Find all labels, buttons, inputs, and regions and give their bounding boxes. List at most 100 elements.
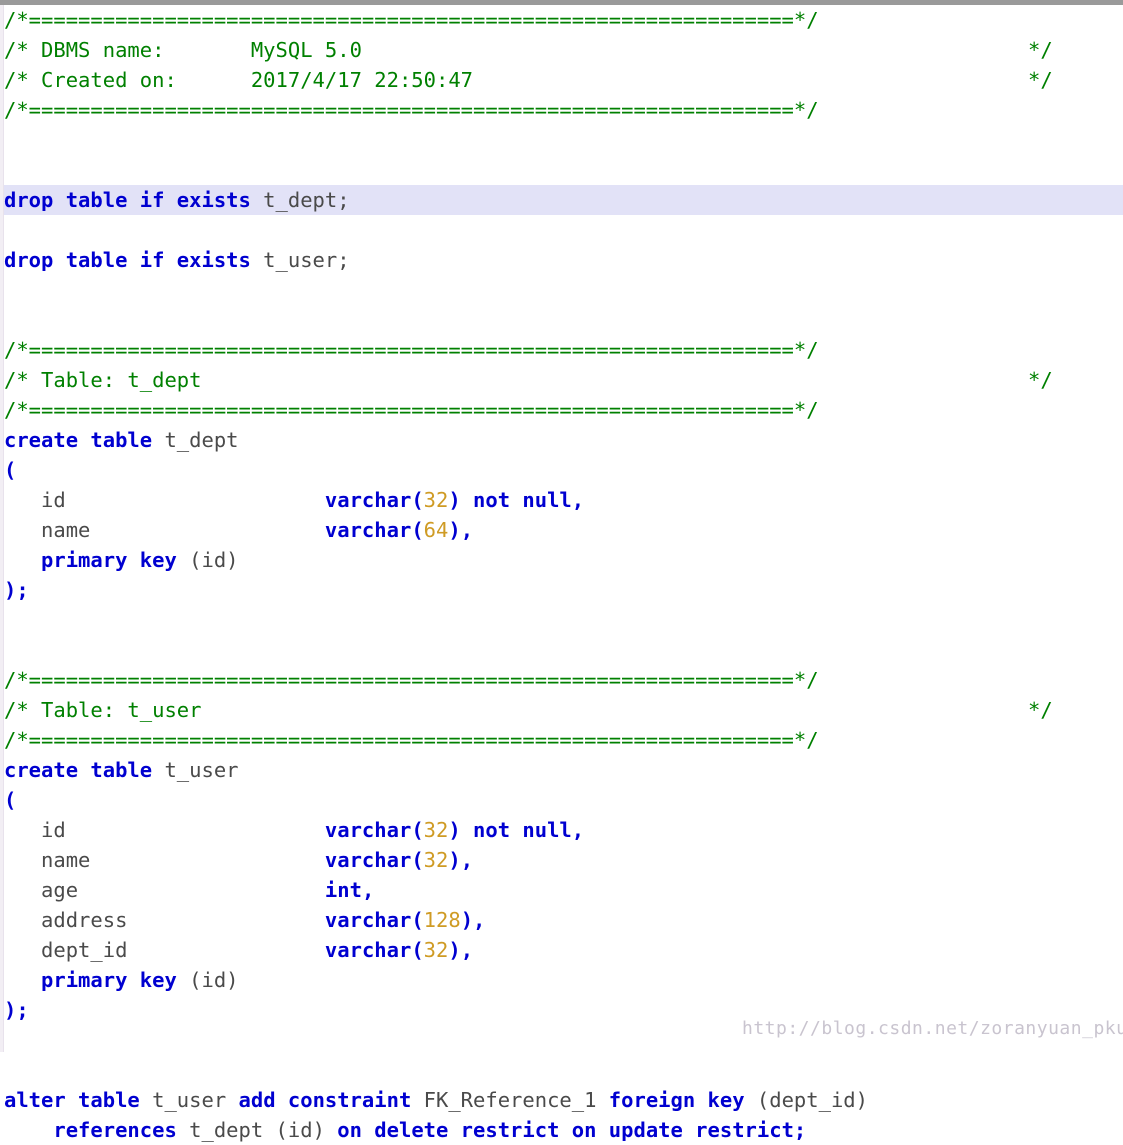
column-name: age — [41, 878, 79, 902]
create-user-table: t_user — [152, 758, 239, 782]
column-type: varchar — [324, 848, 412, 872]
drop-user-keywords: drop table if exists — [4, 248, 251, 272]
code-line-alter-table[interactable]: alter table t_user add constraint FK_Ref… — [0, 1085, 1123, 1115]
comma: , — [460, 848, 474, 872]
referential-actions: on delete restrict on update restrict — [337, 1118, 794, 1142]
statement-terminator: ; — [793, 1118, 807, 1142]
code-line-dept-col-id[interactable]: id varchar(32) not null, — [0, 485, 1123, 515]
code-line-user-col-age[interactable]: age int, — [0, 875, 1123, 905]
code-line-blank[interactable] — [0, 305, 1123, 335]
code-line-close-paren-user[interactable]: ); — [0, 995, 1123, 1025]
code-line-blank[interactable] — [0, 635, 1123, 665]
code-line-comment-rule-4[interactable]: /*======================================… — [0, 395, 1123, 425]
rparen: ) — [448, 818, 461, 842]
rparen: ) — [448, 848, 461, 872]
fk-columns: (dept_id) — [744, 1088, 868, 1112]
rparen: ) — [448, 488, 461, 512]
column-name: address — [41, 908, 128, 932]
code-line-table-dept-comment[interactable]: /* Table: t_dept */ — [0, 365, 1123, 395]
code-line-dbms-name[interactable]: /* DBMS name: MySQL 5.0 */ — [0, 35, 1123, 65]
primary-key-columns: (id) — [176, 548, 239, 572]
code-line-user-col-dept-id[interactable]: dept_id varchar(32), — [0, 935, 1123, 965]
code-line-blank[interactable] — [0, 155, 1123, 185]
code-line-create-t-dept[interactable]: create table t_dept — [0, 425, 1123, 455]
code-line-blank[interactable] — [0, 125, 1123, 155]
column-constraint: not null — [460, 488, 572, 512]
comment-close: */ — [1028, 38, 1053, 62]
lparen: ( — [411, 518, 424, 542]
column-name: dept_id — [41, 938, 128, 962]
comment-close: */ — [1028, 68, 1053, 92]
code-line-blank[interactable] — [0, 605, 1123, 635]
code-line-blank[interactable] — [0, 1025, 1123, 1055]
code-line-open-paren-user[interactable]: ( — [0, 785, 1123, 815]
code-line-comment-rule-5[interactable]: /*======================================… — [0, 665, 1123, 695]
rparen: ) — [460, 908, 474, 932]
alter-table-name: t_user — [139, 1088, 239, 1112]
column-type: varchar — [324, 938, 412, 962]
column-constraint: not null — [460, 818, 572, 842]
open-paren: ( — [4, 458, 17, 482]
column-type: varchar — [324, 908, 412, 932]
code-line-user-col-address[interactable]: address varchar(128), — [0, 905, 1123, 935]
code-line-blank[interactable] — [0, 1055, 1123, 1085]
lparen: ( — [411, 818, 424, 842]
column-size: 64 — [423, 518, 449, 542]
primary-key-columns: (id) — [176, 968, 239, 992]
column-size: 32 — [423, 848, 449, 872]
code-line-close-paren-dept[interactable]: ); — [0, 575, 1123, 605]
comma: , — [460, 938, 474, 962]
comment-rule: /*======================================… — [4, 398, 819, 422]
code-line-user-col-name[interactable]: name varchar(32), — [0, 845, 1123, 875]
close-paren: ); — [4, 578, 29, 602]
comment-close: */ — [1028, 698, 1053, 722]
open-paren: ( — [4, 788, 17, 812]
table-dept-comment-text: /* Table: t_dept — [4, 368, 202, 392]
code-line-user-primary-key[interactable]: primary key (id) — [0, 965, 1123, 995]
code-line-table-user-comment[interactable]: /* Table: t_user */ — [0, 695, 1123, 725]
code-line-comment-rule-3[interactable]: /*======================================… — [0, 335, 1123, 365]
table-user-comment-text: /* Table: t_user — [4, 698, 202, 722]
drop-dept-table: t_dept; — [250, 188, 350, 212]
column-pad — [127, 938, 324, 962]
code-line-user-col-id[interactable]: id varchar(32) not null, — [0, 815, 1123, 845]
column-size: 32 — [423, 488, 449, 512]
code-line-blank[interactable] — [0, 215, 1123, 245]
code-line-created-on[interactable]: /* Created on: 2017/4/17 22:50:47 */ — [0, 65, 1123, 95]
code-line-comment-rule-1[interactable]: /*======================================… — [0, 5, 1123, 35]
column-type: varchar — [324, 818, 412, 842]
lparen: ( — [411, 908, 424, 932]
comma: , — [571, 818, 585, 842]
comma: , — [473, 908, 486, 932]
code-line-open-paren-dept[interactable]: ( — [0, 455, 1123, 485]
code-line-comment-rule-2[interactable]: /*======================================… — [0, 95, 1123, 125]
code-line-blank[interactable] — [0, 275, 1123, 305]
rparen: ) — [448, 518, 461, 542]
code-line-drop-t-user[interactable]: drop table if exists t_user; — [0, 245, 1123, 275]
column-pad — [66, 488, 325, 512]
sql-code-editor[interactable]: /*======================================… — [0, 5, 1123, 1142]
column-type: varchar — [324, 488, 412, 512]
column-pad — [90, 518, 325, 542]
dbms-name-text: /* DBMS name: MySQL 5.0 — [4, 38, 362, 62]
comma: , — [361, 878, 375, 902]
code-line-references[interactable]: references t_dept (id) on delete restric… — [0, 1115, 1123, 1145]
primary-key-keywords: primary key — [41, 548, 177, 572]
code-line-dept-col-name[interactable]: name varchar(64), — [0, 515, 1123, 545]
column-size: 32 — [423, 938, 449, 962]
code-line-comment-rule-6[interactable]: /*======================================… — [0, 725, 1123, 755]
code-line-drop-t-dept[interactable]: drop table if exists t_dept; — [0, 185, 1123, 215]
code-line-dept-primary-key[interactable]: primary key (id) — [0, 545, 1123, 575]
created-on-text: /* Created on: 2017/4/17 22:50:47 — [4, 68, 473, 92]
code-line-create-t-user[interactable]: create table t_user — [0, 755, 1123, 785]
column-size: 128 — [423, 908, 461, 932]
create-user-keywords: create table — [4, 758, 153, 782]
column-name: name — [41, 848, 91, 872]
